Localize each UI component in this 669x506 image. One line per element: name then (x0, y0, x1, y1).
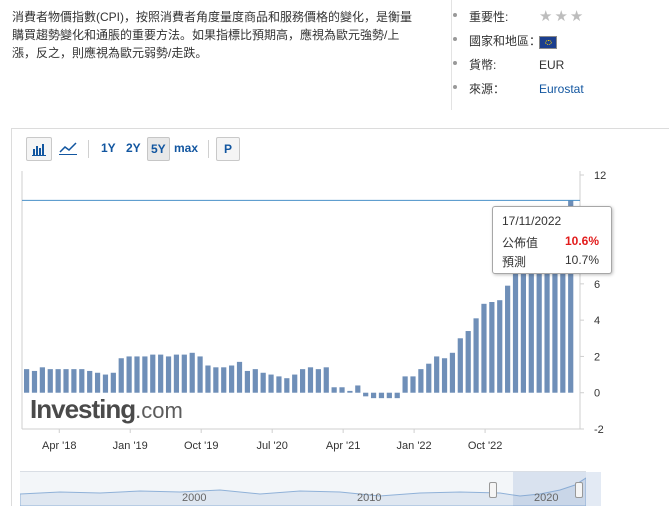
logo-suffix: .com (135, 398, 183, 423)
chart-bar[interactable] (481, 303, 487, 393)
chart-bar[interactable] (268, 374, 274, 393)
chart-bar[interactable] (31, 370, 38, 393)
chart-bar[interactable] (378, 392, 385, 399)
chart-bar[interactable] (307, 367, 314, 393)
x-tick-label: Oct '19 (184, 440, 219, 452)
chart-bar[interactable] (79, 369, 85, 393)
chart-bar[interactable] (386, 392, 392, 399)
chart-bar[interactable] (323, 367, 329, 393)
x-tick-label: Oct '22 (468, 440, 503, 452)
chart-bar[interactable] (402, 376, 408, 393)
chart-bar[interactable] (39, 367, 45, 393)
x-tick-label: Jan '19 (113, 440, 148, 452)
tooltip-forecast-value: 10.7% (564, 253, 599, 267)
chart-bar[interactable] (347, 390, 353, 393)
chart-bar[interactable] (244, 370, 250, 393)
y-tick-label: 12 (594, 170, 606, 182)
tooltip-date: 17/11/2022 (502, 214, 562, 228)
chart-bar[interactable] (87, 370, 93, 393)
chart-bar[interactable] (370, 392, 377, 399)
chart-bar[interactable] (252, 369, 258, 393)
chart-bar[interactable] (410, 376, 416, 393)
x-tick-label: Apr '18 (42, 440, 77, 452)
chart-bar[interactable] (497, 300, 503, 393)
chart-bar[interactable] (276, 376, 282, 393)
chart-bar[interactable] (284, 378, 290, 393)
navigator-label-2000: 2000 (182, 492, 207, 504)
chart-bar[interactable] (181, 354, 187, 393)
chart-bar[interactable] (71, 369, 77, 393)
navigator-left-handle[interactable] (489, 482, 497, 498)
chart-bar[interactable] (118, 358, 124, 393)
chart-bar[interactable] (173, 354, 180, 393)
chart-bar[interactable] (205, 365, 211, 393)
chart-bar[interactable] (221, 367, 227, 393)
y-tick-label: 4 (594, 315, 600, 327)
chart-bar[interactable] (150, 354, 156, 393)
chart-bar[interactable] (260, 372, 266, 393)
chart-tooltip: 17/11/2022 公佈值 10.6% 預測 10.7% (492, 206, 612, 274)
chart-bar[interactable] (134, 356, 140, 393)
chart-bar[interactable] (47, 369, 53, 393)
chart-bar[interactable] (197, 356, 203, 393)
chart-bar[interactable] (331, 387, 337, 393)
chart-bar[interactable] (165, 356, 172, 393)
x-tick-label: Jul '20 (256, 440, 287, 452)
chart-bar[interactable] (142, 356, 148, 393)
chart-bar[interactable] (102, 374, 109, 393)
logo-main: Investing (30, 394, 136, 424)
chart-bar[interactable] (213, 367, 219, 393)
chart-bar[interactable] (449, 352, 456, 393)
chart-bar[interactable] (315, 369, 321, 393)
chart-bar[interactable] (512, 258, 519, 393)
y-tick-label: 6 (594, 279, 600, 291)
chart-bar[interactable] (24, 369, 30, 393)
navigator-label-2020: 2020 (534, 492, 559, 504)
chart-bar[interactable] (441, 358, 448, 393)
time-navigator[interactable]: 2000 2010 2020 (20, 471, 601, 506)
chart-bar[interactable] (457, 338, 463, 393)
chart-bar[interactable] (229, 365, 235, 393)
chart-bar[interactable] (126, 356, 132, 393)
chart-bar[interactable] (300, 369, 306, 393)
chart-bar[interactable] (339, 387, 345, 393)
tooltip-forecast-label: 預測 (502, 255, 527, 269)
chart-bar[interactable] (236, 361, 243, 393)
chart-bar[interactable] (355, 385, 361, 393)
x-tick-label: Jan '22 (397, 440, 432, 452)
chart-bar[interactable] (473, 318, 479, 393)
navigator-right-handle[interactable] (575, 482, 583, 498)
chart-bar[interactable] (434, 356, 440, 393)
y-tick-label: 2 (594, 351, 600, 363)
chart-bar[interactable] (63, 369, 69, 393)
tooltip-actual-label: 公佈值 (502, 236, 539, 250)
tooltip-actual-value: 10.6% (564, 234, 599, 248)
y-tick-label: -2 (594, 424, 604, 436)
y-tick-label: 0 (594, 388, 600, 400)
x-tick-label: Apr '21 (326, 440, 361, 452)
chart-bar[interactable] (110, 372, 116, 393)
chart-bar[interactable] (394, 392, 400, 399)
chart-bar[interactable] (158, 354, 164, 393)
chart-bar[interactable] (94, 372, 101, 393)
chart-bar[interactable] (189, 352, 195, 393)
chart-bar[interactable] (426, 363, 432, 393)
navigator-label-2010: 2010 (357, 492, 382, 504)
investing-logo: Investing.com (30, 394, 183, 425)
chart-bar[interactable] (292, 374, 298, 393)
chart-bar[interactable] (505, 285, 511, 393)
chart-bar[interactable] (520, 258, 526, 393)
chart-bar[interactable] (55, 369, 61, 393)
chart-bar[interactable] (418, 369, 424, 393)
chart-bar[interactable] (465, 331, 471, 393)
chart-bar[interactable] (489, 302, 495, 393)
navigator-sparkline (20, 477, 586, 506)
chart-bar[interactable] (363, 392, 369, 397)
